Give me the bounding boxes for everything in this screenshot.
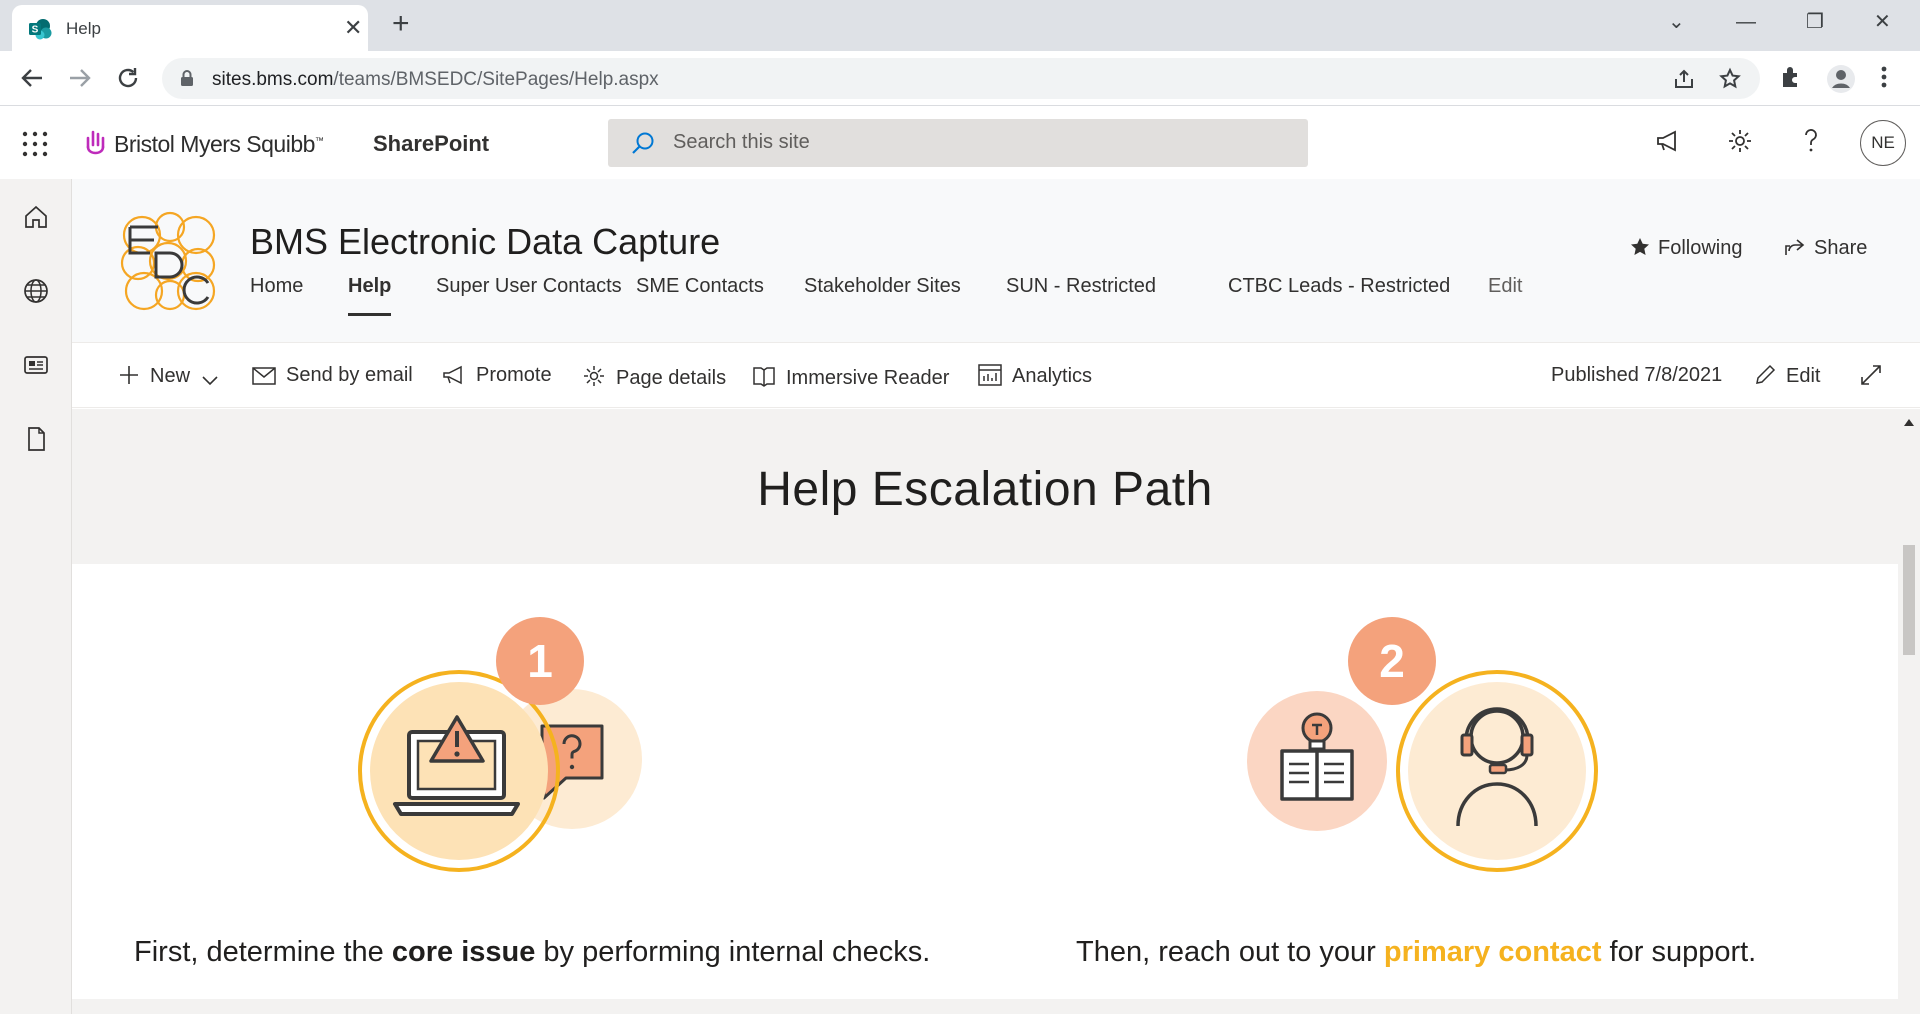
nav-edit-link[interactable]: Edit (1488, 275, 1522, 298)
minimize-button[interactable]: — (1736, 10, 1756, 34)
nav-item-ctbc-leads-restricted[interactable]: CTBC Leads - Restricted (1228, 275, 1450, 298)
address-bar[interactable]: sites.bms.com/teams/BMSEDC/SitePages/Hel… (162, 58, 1760, 99)
step-1-illustration: 1 (358, 617, 642, 872)
app-launcher-waffle-icon[interactable] (22, 131, 48, 157)
page-heading: Help Escalation Path (757, 463, 1213, 516)
published-date: Published 7/8/2021 (1551, 364, 1723, 386)
step-2-illustration: 2 (1247, 617, 1598, 872)
forward-arrow-icon[interactable] (66, 64, 94, 92)
sharepoint-favicon-icon: S (29, 19, 52, 40)
promote-button[interactable]: Promote (442, 364, 552, 387)
settings-gear-icon (584, 366, 604, 386)
search-input[interactable] (673, 131, 1273, 154)
edit-page-button[interactable]: Edit (1754, 364, 1820, 388)
reload-icon[interactable] (114, 64, 142, 92)
browser-tab-strip: S Help ✕ + ⌄ — ❐ ✕ (0, 0, 1920, 51)
send-by-email-button[interactable]: Send by email (252, 364, 413, 387)
tab-close-icon[interactable]: ✕ (344, 17, 362, 39)
expand-fullscreen-icon[interactable] (1860, 364, 1882, 386)
site-title[interactable]: BMS Electronic Data Capture (250, 221, 720, 263)
immersive-reader-button[interactable]: Immersive Reader (752, 364, 949, 390)
settings-gear-icon[interactable] (1726, 127, 1754, 155)
extensions-puzzle-icon[interactable] (1778, 64, 1804, 90)
analytics-chart-icon (978, 364, 1002, 386)
back-arrow-icon[interactable] (18, 64, 46, 92)
scrollbar-thumb[interactable] (1903, 545, 1915, 655)
analytics-button[interactable]: Analytics (978, 364, 1092, 388)
step-1-description: First, determine the core issue by perfo… (134, 936, 931, 968)
nav-item-home[interactable]: Home (250, 275, 303, 298)
following-button[interactable]: Following (1630, 237, 1742, 260)
globe-icon[interactable] (22, 277, 50, 305)
title-banner: Help Escalation Path (72, 409, 1898, 564)
share-button[interactable]: Share (1784, 237, 1867, 260)
nav-item-sme-contacts[interactable]: SME Contacts (636, 275, 764, 298)
page-scrollbar[interactable] (1898, 409, 1920, 1014)
megaphone-icon[interactable] (1654, 127, 1682, 155)
page-canvas: Help Escalation Path 1 2 First, determin… (72, 409, 1898, 1014)
tab-title: Help (66, 19, 101, 38)
step-2-number: 2 (1379, 635, 1405, 687)
step-2-description: Then, reach out to your primary contact … (1076, 936, 1757, 968)
nav-item-super-user-contacts[interactable]: Super User Contacts (436, 275, 622, 298)
browser-menu-icon[interactable] (1880, 64, 1888, 90)
url-text[interactable]: sites.bms.com/teams/BMSEDC/SitePages/Hel… (212, 69, 659, 91)
page-details-button[interactable]: Page details (582, 364, 726, 390)
plus-icon (120, 366, 138, 384)
scroll-up-arrow-icon[interactable] (1904, 419, 1914, 426)
mail-icon (252, 367, 276, 385)
command-bar: New Send by email Promote Page details I… (72, 344, 1920, 408)
step-1-number: 1 (527, 635, 553, 687)
browser-tab[interactable]: S Help ✕ (12, 5, 368, 51)
suite-bar: Bristol Myers Squibb™ SharePoint NE (0, 107, 1920, 179)
new-tab-button[interactable]: + (392, 9, 410, 39)
company-name[interactable]: Bristol Myers Squibb™ (114, 131, 324, 158)
news-icon[interactable] (22, 351, 50, 379)
app-bar (0, 179, 72, 1014)
nav-item-sun-restricted[interactable]: SUN - Restricted (1006, 275, 1156, 298)
nav-item-help[interactable]: Help (348, 275, 392, 316)
immersive-reader-icon (753, 367, 775, 387)
site-search-box[interactable] (608, 119, 1308, 167)
profile-avatar-icon[interactable] (1826, 64, 1856, 94)
svg-text:S: S (32, 25, 39, 36)
site-header: BMS Electronic Data Capture Home Help Su… (72, 179, 1920, 343)
document-icon[interactable] (22, 425, 50, 453)
escalation-steps-section: 1 2 First, determine the core issue by p… (72, 564, 1898, 999)
browser-toolbar: sites.bms.com/teams/BMSEDC/SitePages/Hel… (0, 51, 1920, 106)
pencil-icon (1756, 364, 1776, 384)
sharepoint-app-link[interactable]: SharePoint (373, 131, 489, 157)
edc-site-logo[interactable] (118, 211, 218, 311)
tab-search-icon[interactable]: ⌄ (1668, 10, 1685, 34)
new-button[interactable]: New (118, 364, 218, 388)
help-question-icon[interactable] (1798, 127, 1824, 155)
bookmark-star-icon[interactable] (1718, 67, 1742, 91)
primary-contact-link[interactable]: primary contact (1384, 936, 1602, 968)
share-page-icon[interactable] (1672, 67, 1696, 91)
lock-icon[interactable] (180, 69, 194, 87)
home-icon[interactable] (22, 203, 50, 231)
star-filled-icon (1631, 238, 1649, 255)
user-avatar[interactable]: NE (1860, 120, 1906, 166)
nav-item-stakeholder-sites[interactable]: Stakeholder Sites (804, 275, 961, 298)
search-icon (632, 132, 654, 154)
share-icon (1785, 239, 1805, 255)
megaphone-icon (443, 365, 462, 385)
laptop-warning-icon (393, 715, 520, 816)
close-window-button[interactable]: ✕ (1874, 10, 1891, 34)
bms-hand-logo-icon[interactable] (84, 129, 108, 161)
chevron-down-icon (202, 376, 218, 386)
restore-button[interactable]: ❐ (1806, 10, 1824, 34)
